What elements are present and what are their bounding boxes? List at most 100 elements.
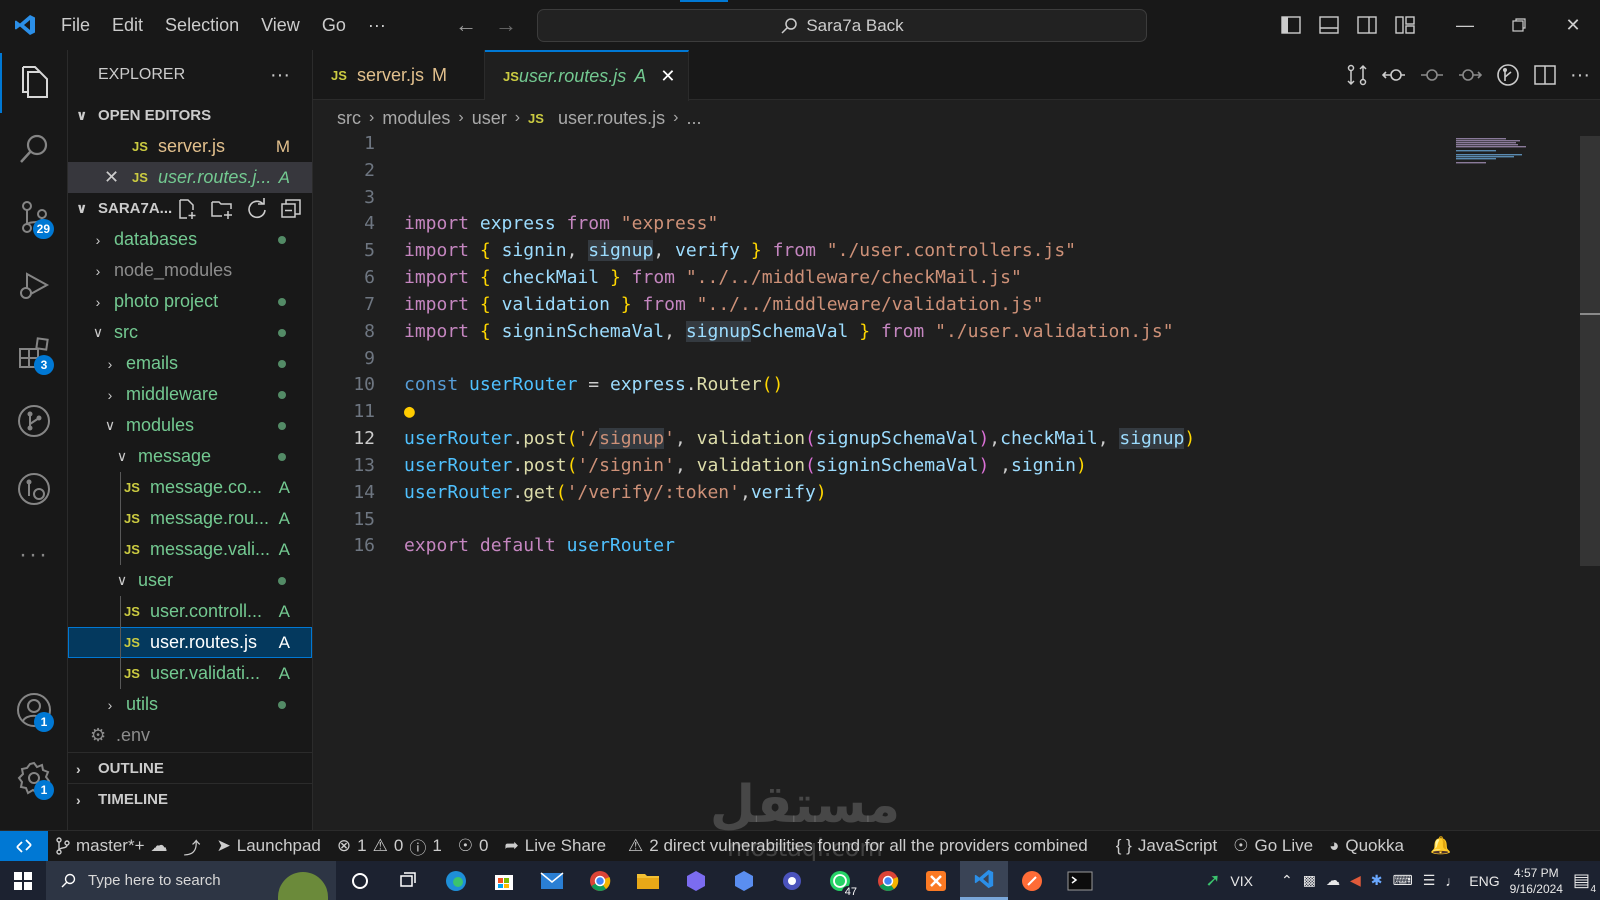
menu-more[interactable]: ··· <box>357 0 397 50</box>
microsoft-store-icon[interactable] <box>480 861 528 900</box>
toggle-secondary-sidebar-icon[interactable] <box>1348 0 1386 50</box>
stock-chart-icon[interactable]: ➚ <box>1205 870 1220 891</box>
toggle-primary-sidebar-icon[interactable] <box>1272 0 1310 50</box>
terminal-icon[interactable] <box>1056 861 1104 900</box>
close-editor-icon[interactable]: ✕ <box>104 167 132 188</box>
code-editor[interactable]: 1 2 3 4 import express from "express" 5 … <box>313 133 1600 830</box>
clock[interactable]: 4:57 PM 9/16/2024 <box>1510 865 1563 897</box>
tree-folder-node-modules[interactable]: › node_modules <box>68 255 312 286</box>
taskbar-search-box[interactable]: Type here to search <box>46 861 336 900</box>
outline-header[interactable]: › OUTLINE <box>68 753 313 784</box>
open-editor-item[interactable]: JS server.js M <box>68 131 312 162</box>
keyboard-icon[interactable]: ⌨ <box>1392 872 1412 889</box>
lightbulb-icon[interactable]: ● <box>404 401 415 422</box>
language-mode-button[interactable]: { } JavaScript <box>1108 836 1225 856</box>
settings-gear-icon[interactable]: 1 <box>0 748 68 808</box>
windows-start-icon[interactable] <box>0 861 46 900</box>
file-explorer-icon[interactable] <box>624 861 672 900</box>
next-revision-icon[interactable] <box>1458 64 1483 86</box>
teams-icon[interactable] <box>768 861 816 900</box>
chrome-2-icon[interactable] <box>864 861 912 900</box>
tree-file-env[interactable]: ⚙ .env <box>68 720 312 751</box>
breadcrumb-item[interactable]: ... <box>686 108 701 129</box>
speaker-muted-icon[interactable]: ◀ <box>1350 872 1361 889</box>
menu-selection[interactable]: Selection <box>154 0 250 50</box>
tree-folder-emails[interactable]: › emails <box>68 348 312 379</box>
breadcrumb-item[interactable]: user <box>472 108 507 129</box>
minimize-icon[interactable]: — <box>1438 0 1492 50</box>
xampp-icon[interactable] <box>912 861 960 900</box>
git-graph-icon[interactable] <box>0 391 68 451</box>
bluetooth-icon[interactable]: ✱ <box>1371 872 1383 889</box>
breadcrumb-item[interactable]: user.routes.js <box>558 108 665 129</box>
cortana-icon[interactable] <box>336 861 384 900</box>
gitlens-icon[interactable] <box>0 459 68 519</box>
tree-folder-src[interactable]: ∨ src <box>68 317 312 348</box>
current-revision-icon[interactable] <box>1420 64 1444 86</box>
tree-folder-middleware[interactable]: › middleware <box>68 379 312 410</box>
tree-file-user-validation[interactable]: JS user.validati... A <box>68 658 312 689</box>
device-icon[interactable]: ▩ <box>1303 872 1316 889</box>
minimap[interactable] <box>1456 136 1526 166</box>
restore-icon[interactable] <box>1492 0 1546 50</box>
notification-center-icon[interactable]: ▤ 4 <box>1573 870 1596 895</box>
back-arrow-icon[interactable]: ← <box>455 12 477 38</box>
go-live-button[interactable]: ☉ Go Live <box>1225 836 1321 856</box>
tree-file-user-routes-selected[interactable]: JS user.routes.js A <box>68 627 312 658</box>
new-folder-icon[interactable] <box>210 198 234 220</box>
wifi-icon[interactable]: ☰ <box>1423 872 1436 889</box>
explorer-more-button[interactable]: ··· <box>270 64 290 87</box>
tree-folder-utils[interactable]: › utils <box>68 689 312 720</box>
tab-server-js[interactable]: JS server.js M <box>313 50 485 100</box>
sync-icon[interactable]: ☁ <box>151 836 168 856</box>
problems-button[interactable]: ⊗ 1 ⚠ 0 ⓘ 1 <box>329 834 450 859</box>
tree-file-message-validation[interactable]: JS message.vali... A <box>68 534 312 565</box>
vix-ticker[interactable]: VIX <box>1230 873 1253 889</box>
tree-folder-photo-project[interactable]: › photo project <box>68 286 312 317</box>
close-icon[interactable]: ✕ <box>1546 0 1600 50</box>
tree-file-message-routes[interactable]: JS message.rou... A <box>68 503 312 534</box>
ports-button[interactable]: ☉ 0 <box>450 836 497 856</box>
accounts-icon[interactable]: 1 <box>0 680 68 740</box>
copilot-app-icon[interactable] <box>672 861 720 900</box>
toggle-panel-icon[interactable] <box>1310 0 1348 50</box>
notifications-bell-icon[interactable]: 🔔 <box>1422 836 1459 856</box>
tree-folder-databases[interactable]: › databases <box>68 224 312 255</box>
mail-icon[interactable] <box>528 861 576 900</box>
refresh-icon[interactable] <box>246 198 268 220</box>
live-share-button[interactable]: ➦ Live Share <box>497 836 615 856</box>
explorer-icon[interactable] <box>0 53 68 113</box>
volume-icon[interactable]: ♩ <box>1445 873 1459 889</box>
timeline-header[interactable]: › TIMELINE <box>68 784 313 815</box>
vulnerabilities-button[interactable]: ⚠ 2 direct vulnerabilities found for all … <box>620 836 1096 856</box>
launchpad-button[interactable]: ➤ Launchpad <box>209 836 329 856</box>
menu-file[interactable]: File <box>50 0 101 50</box>
vertical-scrollbar[interactable] <box>1580 136 1600 566</box>
project-folder-header[interactable]: ∨ SARA7A... <box>68 193 312 224</box>
edge-browser-icon[interactable] <box>432 861 480 900</box>
task-view-icon[interactable] <box>384 861 432 900</box>
chrome-icon[interactable] <box>576 861 624 900</box>
gitlens-inspect-icon[interactable] <box>1496 63 1520 87</box>
menu-edit[interactable]: Edit <box>101 0 154 50</box>
tree-file-message-controller[interactable]: JS message.co... A <box>68 472 312 503</box>
onedrive-cloud-icon[interactable]: ☁ <box>1326 872 1340 889</box>
run-debug-icon[interactable] <box>0 255 68 315</box>
tab-user-routes-js[interactable]: JS user.routes.js A ✕ <box>485 50 689 101</box>
postman-icon[interactable] <box>1008 861 1056 900</box>
source-control-icon[interactable]: 29 <box>0 187 68 247</box>
forward-arrow-icon[interactable]: → <box>495 12 517 38</box>
open-changes-icon[interactable] <box>1346 64 1368 86</box>
vscode-taskbar-icon[interactable] <box>960 861 1008 900</box>
close-tab-icon[interactable]: ✕ <box>660 66 675 87</box>
quokka-button[interactable]: ◕ Quokka <box>1321 836 1412 856</box>
copilot-app-2-icon[interactable] <box>720 861 768 900</box>
customize-layout-icon[interactable] <box>1386 0 1424 50</box>
git-branch-button[interactable]: master*+ ☁ <box>48 836 176 856</box>
tree-folder-message[interactable]: ∨ message <box>68 441 312 472</box>
search-icon[interactable] <box>0 119 68 179</box>
more-actions-icon[interactable]: ··· <box>1570 64 1590 87</box>
git-graph-status-icon[interactable]: ⤴ <box>176 834 209 859</box>
command-center-search[interactable]: Sara7a Back <box>537 9 1147 42</box>
collapse-all-icon[interactable] <box>280 198 302 220</box>
